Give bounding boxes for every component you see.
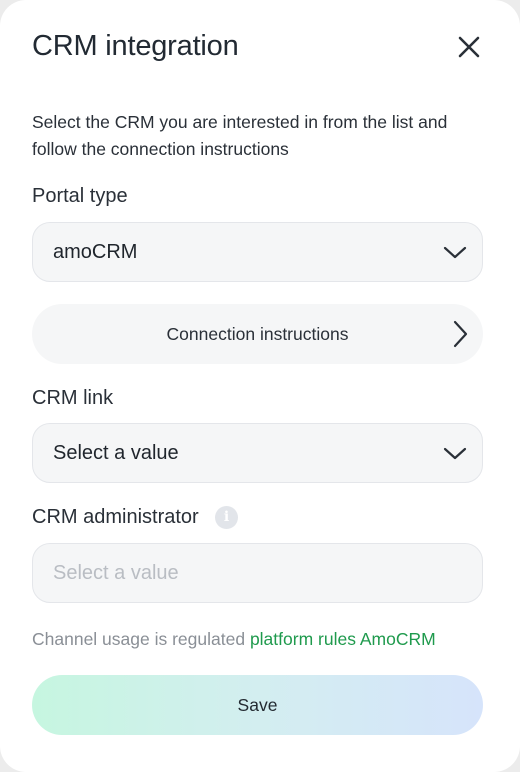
close-icon [458,36,480,58]
close-button[interactable] [452,30,486,64]
connection-instructions-button[interactable]: Connection instructions [32,304,483,364]
channel-usage-text: Channel usage is regulated [32,629,250,649]
chevron-down-icon [443,246,467,259]
crm-administrator-label: CRM administrator [32,506,199,528]
connection-instructions-label: Connection instructions [166,324,349,344]
crm-administrator-select: Select a value [32,543,483,603]
dialog-title: CRM integration [32,30,239,62]
crm-link-label: CRM link [32,387,114,409]
platform-rules-link[interactable]: platform rules AmoCRM [250,629,436,649]
chevron-right-icon [453,320,468,348]
crm-link-select[interactable]: Select a value [32,423,483,483]
portal-type-value: amoCRM [53,241,138,263]
portal-type-label: Portal type [32,185,128,207]
portal-type-select[interactable]: amoCRM [32,222,483,282]
crm-administrator-placeholder: Select a value [53,562,179,584]
chevron-down-icon [443,447,467,460]
dialog-description: Select the CRM you are interested in fro… [32,112,448,159]
channel-usage-note: Channel usage is regulated platform rule… [32,626,436,652]
crm-integration-dialog: CRM integration Select the CRM you are i… [0,0,520,772]
save-button[interactable]: Save [32,675,483,735]
crm-link-value: Select a value [53,442,179,464]
info-icon[interactable]: i [215,506,238,529]
